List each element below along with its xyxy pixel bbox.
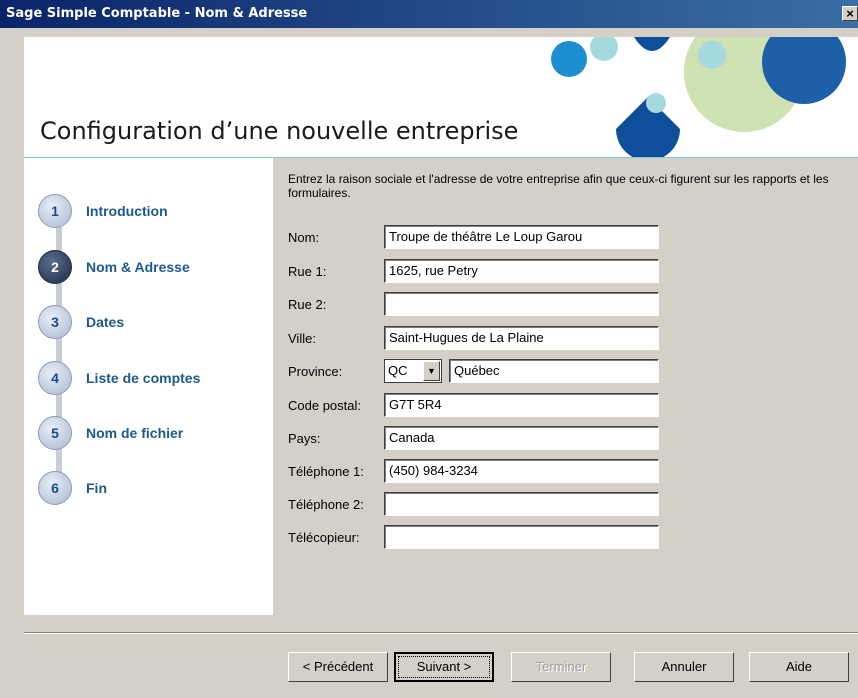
- step-nom-adresse[interactable]: 2 Nom & Adresse: [38, 250, 278, 284]
- aide-button[interactable]: Aide: [749, 652, 849, 682]
- decorative-shapes-graphic: [551, 37, 846, 157]
- telephone1-input[interactable]: (450) 984-3234: [384, 459, 659, 483]
- step-label: Nom & Adresse: [86, 259, 190, 275]
- telephone1-label: Téléphone 1:: [288, 464, 364, 479]
- code-postal-label: Code postal:: [288, 398, 361, 413]
- rue1-input[interactable]: 1625, rue Petry: [384, 259, 659, 283]
- dropdown-arrow-icon[interactable]: ▼: [423, 361, 440, 381]
- step-number-badge: 6: [38, 471, 72, 505]
- step-number-badge: 3: [38, 305, 72, 339]
- terminer-button: Terminer: [511, 652, 611, 682]
- step-label: Nom de fichier: [86, 425, 184, 441]
- precedent-button[interactable]: < Précédent: [288, 652, 388, 682]
- nom-label: Nom:: [288, 230, 320, 245]
- annuler-button[interactable]: Annuler: [634, 652, 734, 682]
- step-number-badge: 5: [38, 416, 72, 450]
- wizard-window: Sage Simple Comptable - Nom & Adresse × …: [0, 0, 858, 698]
- steps-panel: 1 Introduction 2 Nom & Adresse 3 Dates 4…: [24, 158, 273, 615]
- step-label: Introduction: [86, 203, 168, 219]
- nom-input[interactable]: Troupe de théâtre Le Loup Garou: [384, 225, 659, 249]
- telecopieur-input[interactable]: [384, 525, 659, 549]
- rue2-label: Rue 2:: [288, 297, 327, 312]
- step-number-badge: 4: [38, 361, 72, 395]
- ville-label: Ville:: [288, 331, 316, 346]
- pays-label: Pays:: [288, 431, 321, 446]
- step-number-badge: 1: [38, 194, 72, 228]
- step-dates[interactable]: 3 Dates: [38, 305, 278, 339]
- step-label: Dates: [86, 314, 125, 330]
- province-name-input[interactable]: Québec: [449, 359, 659, 383]
- telecopieur-label: Télécopieur:: [288, 530, 360, 545]
- step-label: Fin: [86, 480, 107, 496]
- province-label: Province:: [288, 364, 343, 379]
- window-title: Sage Simple Comptable - Nom & Adresse: [6, 6, 308, 21]
- form-panel: Entrez la raison sociale et l'adresse de…: [274, 158, 858, 615]
- step-nom-de-fichier[interactable]: 5 Nom de fichier: [38, 416, 278, 450]
- ville-input[interactable]: Saint-Hugues de La Plaine: [384, 326, 659, 350]
- telephone2-label: Téléphone 2:: [288, 497, 364, 512]
- instructions-text: Entrez la raison sociale et l'adresse de…: [288, 172, 829, 200]
- pays-input[interactable]: Canada: [384, 426, 659, 450]
- code-postal-input[interactable]: G7T 5R4: [384, 393, 659, 417]
- wizard-header: Configuration d’une nouvelle entreprise: [24, 37, 858, 158]
- rue1-label: Rue 1:: [288, 264, 327, 279]
- step-fin[interactable]: 6 Fin: [38, 471, 278, 505]
- suivant-button[interactable]: Suivant >: [394, 652, 494, 682]
- telephone2-input[interactable]: [384, 492, 659, 516]
- province-code-value: QC: [388, 363, 408, 378]
- close-button[interactable]: ×: [842, 6, 858, 21]
- step-number-badge: 2: [38, 250, 72, 284]
- suivant-button-label: Suivant >: [398, 656, 490, 678]
- page-title: Configuration d’une nouvelle entreprise: [40, 117, 519, 145]
- rue2-input[interactable]: [384, 292, 659, 316]
- step-liste-de-comptes[interactable]: 4 Liste de comptes: [38, 361, 278, 395]
- title-bar: Sage Simple Comptable - Nom & Adresse ×: [0, 0, 858, 28]
- province-code-select[interactable]: QC ▼: [384, 359, 442, 383]
- step-introduction[interactable]: 1 Introduction: [38, 194, 278, 228]
- footer-divider: [24, 632, 858, 634]
- step-label: Liste de comptes: [86, 370, 201, 386]
